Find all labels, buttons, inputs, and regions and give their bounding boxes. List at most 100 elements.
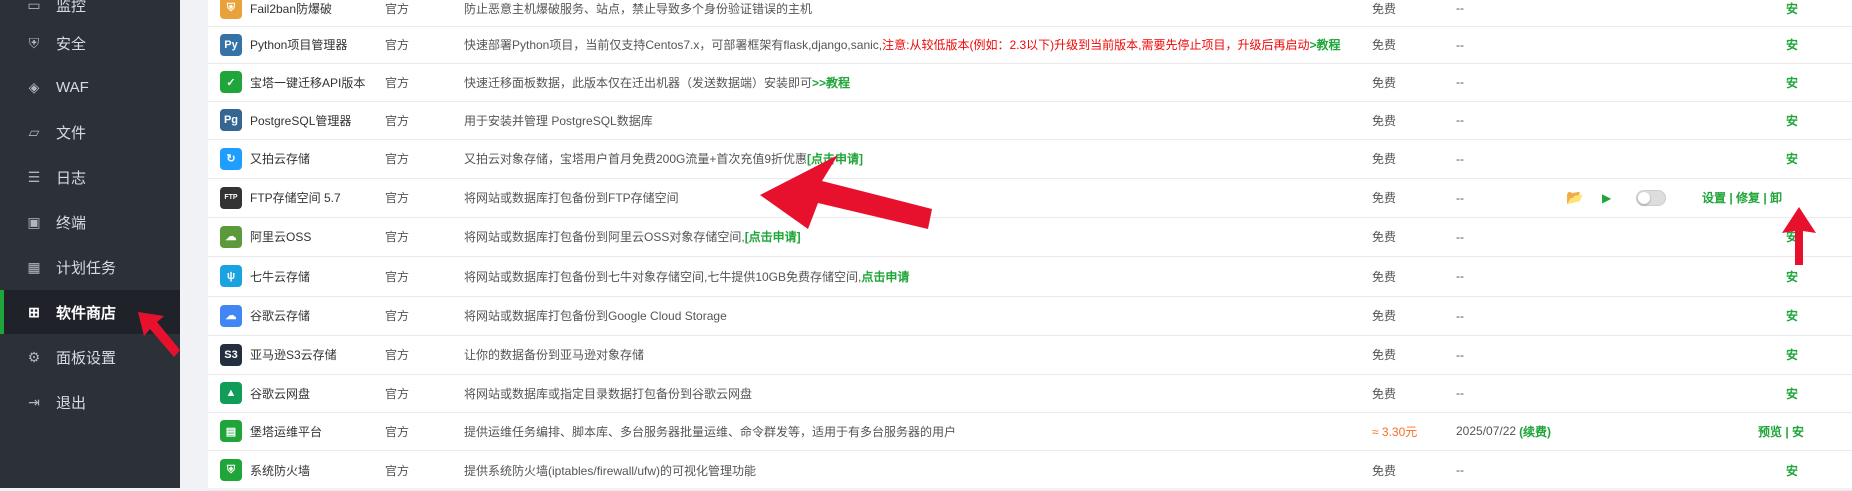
- plugin-icon-cell: ☁: [218, 296, 244, 335]
- open-folder-icon[interactable]: 📂: [1566, 178, 1583, 217]
- plugin-price: 免费: [1372, 386, 1397, 401]
- plugin-actions: 安: [1786, 374, 1798, 412]
- action-link[interactable]: 设置 | 修复 | 卸: [1702, 189, 1782, 206]
- google-drive-icon: ▲: [220, 382, 242, 404]
- apply-link[interactable]: >教程: [1309, 36, 1340, 53]
- plugin-type: 官方: [385, 1, 410, 16]
- play-icon[interactable]: ▶: [1602, 178, 1611, 217]
- action-link[interactable]: 预览 | 安: [1758, 423, 1804, 440]
- sidebar-item-7[interactable]: ⊞ 软件商店: [0, 290, 180, 334]
- expire-date: --: [1456, 190, 1464, 205]
- expire-date: --: [1456, 308, 1464, 323]
- plugin-icon-cell: ⛨: [218, 450, 244, 490]
- action-link[interactable]: 安: [1786, 0, 1798, 17]
- expire-date: --: [1456, 75, 1464, 89]
- action-link[interactable]: 安: [1786, 462, 1798, 479]
- plugin-icon-cell: ☁: [218, 217, 244, 256]
- table-row: ▲ 谷歌云网盘 官方 将网站或数据库或指定目录数据打包备份到谷歌云网盘 免费 -- 安: [208, 374, 1852, 413]
- expire-date: --: [1456, 37, 1464, 52]
- plugin-type: 官方: [385, 75, 410, 90]
- sidebar-item-4[interactable]: ☰ 日志: [0, 155, 180, 199]
- apply-link[interactable]: 点击申请: [861, 268, 909, 285]
- sidebar-item-1[interactable]: ⛨ 安全: [0, 21, 180, 65]
- plugin-expire: --: [1456, 26, 1464, 63]
- table-row: ▤ 堡塔运维平台 官方 提供运维任务编排、脚本库、多台服务器批量运维、命令群发等，适用…: [208, 412, 1852, 451]
- firewall-icon: ⛨: [220, 459, 242, 481]
- renew-link[interactable]: (续费): [1519, 423, 1551, 440]
- sidebar-item-9[interactable]: ⇥ 退出: [0, 380, 180, 424]
- shield-icon: ⛨: [28, 34, 40, 51]
- plugin-expire: --: [1456, 256, 1464, 296]
- plugin-actions: 安: [1786, 139, 1798, 178]
- display-toggle[interactable]: [1636, 189, 1666, 206]
- plugin-name: 堡塔运维平台: [250, 424, 323, 439]
- description-text: 将网站或数据库打包备份到阿里云OSS对象存储空间,: [464, 230, 745, 244]
- sidebar-item-label: WAF: [56, 78, 89, 96]
- action-link[interactable]: 安: [1786, 36, 1798, 53]
- plugin-actions: 设置 | 修复 | 卸: [1702, 178, 1782, 217]
- app-grid-icon: ⊞: [28, 303, 40, 320]
- sidebar: ▭ 监控 ⛨ 安全 ◈ WAF ▱ 文件 ☰ 日志 ▣ 终端 ▦ 计划任务 ⊞ 软件商店 ⚙ 面板设置 ⇥ 退出: [0, 0, 180, 488]
- action-link[interactable]: 安: [1786, 346, 1798, 363]
- apply-link[interactable]: >>教程: [812, 74, 850, 91]
- action-link[interactable]: 安: [1786, 307, 1798, 324]
- plugin-icon-cell: Py: [218, 26, 244, 63]
- description-text: 将网站或数据库打包备份到七牛对象存储空间,七牛提供10GB免费存储空间,: [464, 269, 862, 284]
- plugin-icon-cell: S3: [218, 335, 244, 374]
- plugin-type: 官方: [385, 386, 410, 401]
- plugin-price: 免费: [1372, 1, 1397, 16]
- plugin-description: 让你的数据备份到亚马逊对象存储: [464, 335, 644, 374]
- plugin-name: PostgreSQL管理器: [250, 113, 352, 128]
- table-row: ψ 七牛云存储 官方 将网站或数据库打包备份到七牛对象存储空间,七牛提供10GB免费存…: [208, 256, 1852, 297]
- apply-link[interactable]: [点击申请]: [807, 150, 863, 167]
- action-link[interactable]: 安: [1786, 385, 1798, 402]
- expire-date: 2025/07/22: [1456, 424, 1517, 438]
- plugin-actions: 安: [1786, 296, 1798, 335]
- apply-link[interactable]: [点击申请]: [745, 228, 801, 245]
- action-link[interactable]: 安: [1786, 74, 1798, 91]
- sidebar-item-label: 面板设置: [56, 349, 117, 367]
- description-text: 让你的数据备份到亚马逊对象存储: [464, 348, 645, 362]
- sidebar-item-label: 监控: [56, 0, 87, 15]
- sidebar-item-5[interactable]: ▣ 终端: [0, 200, 180, 244]
- sidebar-item-2[interactable]: ◈ WAF: [0, 65, 180, 109]
- plugin-type: 官方: [385, 191, 410, 205]
- plugin-description: 快速部署Python项目，当前仅支持Centos7.x，可部署框架有flask,…: [464, 26, 1341, 63]
- plugin-expire: --: [1456, 217, 1464, 256]
- upyun-icon: ↻: [220, 147, 242, 170]
- plugin-expire: --: [1456, 178, 1464, 217]
- plugin-description: 提供运维任务编排、脚本库、多台服务器批量运维、命令群发等，适用于有多台服务器的用…: [464, 412, 956, 450]
- plugin-name: 谷歌云网盘: [250, 386, 311, 401]
- plugin-type: 官方: [385, 269, 410, 284]
- calendar-icon: ▦: [27, 258, 41, 275]
- plugin-name: Python项目管理器: [250, 38, 348, 52]
- plugin-expire: --: [1456, 374, 1464, 412]
- action-link[interactable]: 安: [1786, 268, 1798, 285]
- description-text: 将网站或数据库或指定目录数据打包备份到谷歌云网盘: [464, 386, 753, 401]
- plugin-price: 免费: [1372, 113, 1397, 128]
- sidebar-item-6[interactable]: ▦ 计划任务: [0, 245, 180, 289]
- plugin-actions: 安: [1786, 450, 1798, 490]
- action-link[interactable]: 安: [1786, 228, 1798, 245]
- plugin-type: 官方: [385, 348, 410, 362]
- fail2ban-icon: ⛨: [220, 0, 242, 19]
- sidebar-item-3[interactable]: ▱ 文件: [0, 110, 180, 154]
- expire-date: --: [1456, 229, 1464, 244]
- plugin-name: 阿里云OSS: [250, 230, 312, 244]
- action-link[interactable]: 安: [1786, 150, 1798, 167]
- plugin-description: 防止恶意主机爆破服务、站点，禁止导致多个身份验证错误的主机: [464, 0, 812, 26]
- action-link[interactable]: 安: [1786, 112, 1798, 129]
- expire-date: --: [1456, 151, 1464, 166]
- plugin-actions: 安: [1786, 26, 1798, 63]
- logout-icon: ⇥: [28, 393, 40, 410]
- plugin-name: 系统防火墙: [250, 463, 311, 478]
- sidebar-item-8[interactable]: ⚙ 面板设置: [0, 335, 180, 379]
- terminal-icon: ▣: [27, 213, 41, 230]
- plugin-name: 宝塔一键迁移API版本: [250, 75, 366, 90]
- table-row: ☁ 阿里云OSS 官方 将网站或数据库打包备份到阿里云OSS对象存储空间, [点击申请]…: [208, 217, 1852, 257]
- plugin-icon-cell: ▲: [218, 374, 244, 412]
- plugin-description: 提供系统防火墙(iptables/firewall/ufw)的可视化管理功能: [464, 450, 756, 490]
- python-icon: Py: [220, 33, 242, 56]
- plugin-price: 免费: [1372, 348, 1397, 362]
- description-text: 快速部署Python项目，当前仅支持Centos7.x，可部署框架有flask,…: [464, 38, 883, 52]
